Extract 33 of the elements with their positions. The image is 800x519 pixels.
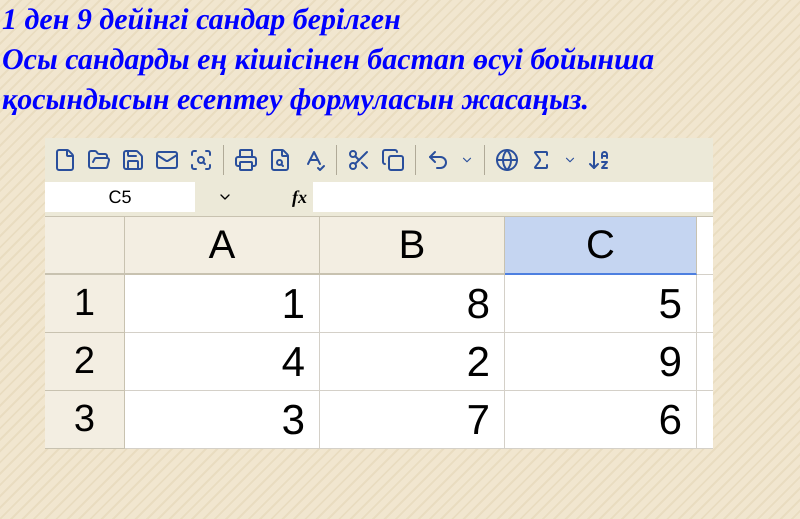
table-cell[interactable]: 5 [505, 275, 697, 333]
column-header[interactable]: B [320, 217, 505, 275]
cut-icon [347, 148, 371, 172]
mail-icon [155, 148, 179, 172]
table-cell[interactable]: 7 [320, 391, 505, 449]
print-preview-icon [268, 148, 292, 172]
preview-icon [189, 148, 213, 172]
table-cell[interactable]: 3 [125, 391, 320, 449]
name-box[interactable]: C5 [45, 182, 195, 212]
globe-icon [495, 148, 519, 172]
sort-icon [587, 148, 611, 172]
row-header[interactable]: 3 [45, 391, 125, 449]
heading-text: 1 ден 9 дейінгі сандар берілген [1, 2, 402, 38]
function-label[interactable]: fx [255, 182, 313, 212]
open-folder-icon [87, 148, 111, 172]
table-cell[interactable]: 1 [125, 275, 320, 333]
task-text: Осы сандарды ең кішісінен бастап өсуі бойынша қосындысын есептеу формуласын жасаңыз. [1, 42, 656, 118]
column-header[interactable]: A [125, 217, 320, 275]
table-cell[interactable]: 4 [125, 333, 320, 391]
corner-cell[interactable] [45, 217, 125, 275]
table-cell[interactable]: 6 [505, 391, 697, 449]
row-header[interactable]: 2 [45, 333, 125, 391]
print-icon [234, 148, 258, 172]
row-header[interactable]: 1 [45, 275, 125, 333]
column-header[interactable]: C [505, 217, 697, 275]
copy-icon [381, 148, 405, 172]
new-file-icon [53, 148, 77, 172]
table-cell[interactable]: 2 [320, 333, 505, 391]
undo-icon [426, 148, 450, 172]
save-icon [121, 148, 145, 172]
table-cell[interactable]: 8 [320, 275, 505, 333]
table-cell[interactable]: 9 [505, 333, 697, 391]
formula-field[interactable] [313, 182, 713, 212]
